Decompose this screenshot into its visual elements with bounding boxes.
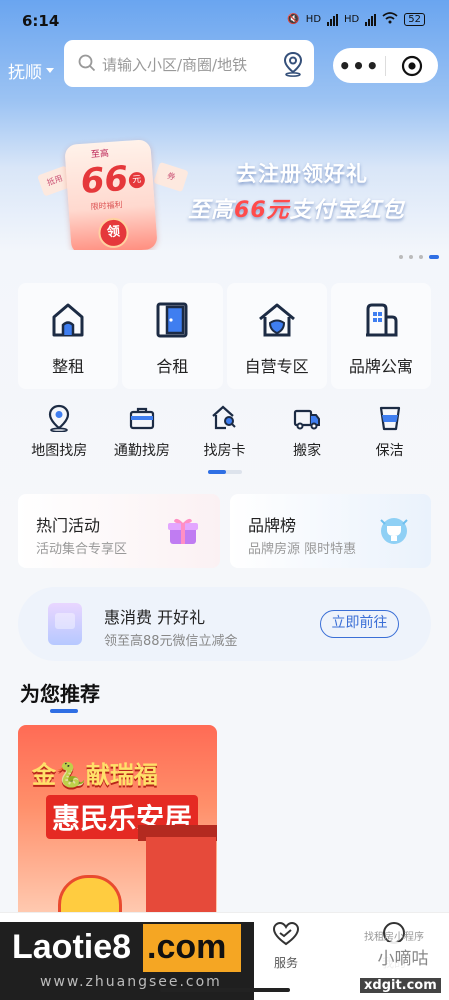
quick-link-label: 搬家 bbox=[293, 443, 322, 459]
watermark-brand: Laotie8 bbox=[12, 928, 132, 966]
watermark-right-caption: 找租房小程序 bbox=[364, 932, 424, 943]
status-icons: 🔇 HD HD 52 bbox=[287, 12, 425, 27]
category-self-operated[interactable]: 自营专区 bbox=[226, 283, 327, 389]
nav-label: 服务 bbox=[273, 956, 298, 970]
quick-link-cleaning[interactable]: 保洁 bbox=[348, 404, 431, 464]
banner-pagination bbox=[399, 255, 439, 259]
pagination-dot bbox=[419, 255, 423, 259]
promo-title: 热门活动 bbox=[36, 516, 101, 535]
category-brand-apartment[interactable]: 品牌公寓 bbox=[330, 283, 431, 389]
brand-ranking-card[interactable]: 品牌榜 品牌房源 限时特惠 bbox=[230, 494, 431, 568]
red-packet-image: 至高 66 元 限时福利 领 bbox=[64, 139, 158, 250]
search-icon bbox=[78, 54, 96, 76]
house-door-icon bbox=[50, 301, 86, 343]
category-label: 品牌公寓 bbox=[348, 357, 413, 376]
status-time: 6:14 bbox=[22, 12, 60, 30]
banner-line2-amount: 66元 bbox=[234, 198, 290, 223]
home-indicator bbox=[160, 988, 290, 992]
search-placeholder: 请输入小区/商圈/地铁 bbox=[102, 56, 248, 74]
banner-subheadline: 至高66元支付宝红包 bbox=[188, 192, 405, 224]
banner-headline: 去注册领好礼 bbox=[236, 162, 368, 186]
coupon-subtitle: 领至高88元微信立减金 bbox=[104, 634, 238, 649]
watermark-xiaodigu: 小嘀咕 bbox=[364, 942, 442, 976]
home-shield-icon bbox=[257, 301, 297, 343]
quick-link-map[interactable]: 地图找房 bbox=[18, 404, 101, 464]
truck-icon bbox=[266, 404, 349, 432]
category-label: 自营专区 bbox=[244, 357, 309, 376]
trophy-icon bbox=[377, 514, 411, 552]
promo-title: 品牌榜 bbox=[248, 516, 297, 535]
city-label: 抚顺 bbox=[8, 63, 42, 83]
category-whole-rent[interactable]: 整租 bbox=[18, 283, 119, 389]
more-menu-button[interactable]: ••• bbox=[333, 56, 385, 76]
door-icon bbox=[154, 301, 190, 343]
network-1-label: HD bbox=[305, 14, 322, 25]
hot-activities-card[interactable]: 热门活动 活动集合专享区 bbox=[18, 494, 220, 568]
quick-links-row: 地图找房 通勤找房 找房卡 搬家 保洁 bbox=[18, 404, 431, 464]
category-label: 合租 bbox=[156, 357, 189, 376]
quick-link-house-card[interactable]: 找房卡 bbox=[183, 404, 266, 464]
city-selector[interactable]: 抚顺 bbox=[8, 58, 54, 83]
banner-line2-prefix: 至高 bbox=[188, 198, 235, 223]
gift-machine-icon bbox=[48, 603, 82, 645]
promo-subtitle: 活动集合专享区 bbox=[36, 542, 128, 557]
wifi-icon bbox=[382, 12, 398, 27]
promo-banner[interactable]: 抵用 券 至高 66 元 限时福利 领 去注册领好礼 至高66元支付宝红包 bbox=[0, 100, 449, 250]
house-search-icon bbox=[183, 404, 266, 432]
signal-icon bbox=[327, 13, 339, 26]
coupon-title: 惠消费 开好礼 bbox=[104, 608, 206, 627]
recommend-title: 为您推荐 bbox=[20, 682, 100, 706]
coupon-bar[interactable]: 惠消费 开好礼 领至高88元微信立减金 立即前往 bbox=[18, 587, 431, 661]
map-pin-icon bbox=[18, 404, 101, 432]
watermark-right-url: xdgit.com bbox=[360, 978, 441, 993]
quick-link-commute[interactable]: 通勤找房 bbox=[101, 404, 184, 464]
gift-box-icon bbox=[166, 514, 200, 552]
packet-tag: 至高 bbox=[90, 149, 110, 161]
packet-subtitle: 限时福利 bbox=[90, 200, 123, 212]
packet-claim-button: 领 bbox=[97, 216, 130, 249]
promo-subtitle: 品牌房源 限时特惠 bbox=[248, 542, 357, 557]
quick-link-moving[interactable]: 搬家 bbox=[266, 404, 349, 464]
pagination-dot bbox=[399, 255, 403, 259]
signal-2-icon bbox=[365, 13, 377, 26]
nav-service[interactable]: 服务 bbox=[271, 921, 301, 971]
category-shared-rent[interactable]: 合租 bbox=[122, 283, 223, 389]
quick-link-label: 保洁 bbox=[375, 443, 404, 459]
packet-amount: 66 bbox=[79, 158, 130, 203]
quick-link-label: 地图找房 bbox=[31, 443, 88, 459]
quick-links-scroll-indicator bbox=[208, 470, 242, 474]
location-pin-icon[interactable] bbox=[282, 51, 304, 81]
watermark-tld: .com bbox=[143, 924, 241, 972]
mute-icon: 🔇 bbox=[287, 14, 300, 25]
poster-line1: 金🐍献瑞福 bbox=[32, 761, 158, 789]
recommend-poster[interactable]: 金🐍献瑞福 惠民乐安居 bbox=[18, 725, 217, 925]
recommend-underline bbox=[50, 709, 78, 713]
heart-hands-icon bbox=[271, 921, 301, 950]
cleaning-cup-icon bbox=[348, 404, 431, 432]
search-bar[interactable]: 请输入小区/商圈/地铁 bbox=[64, 40, 314, 87]
battery-icon: 52 bbox=[404, 13, 425, 26]
pagination-dot-active bbox=[429, 255, 439, 259]
miniprogram-capsule: ••• bbox=[333, 48, 438, 83]
chevron-down-icon bbox=[46, 68, 54, 73]
go-now-button[interactable]: 立即前往 bbox=[320, 610, 399, 638]
target-close-icon bbox=[401, 55, 423, 76]
briefcase-icon bbox=[101, 404, 184, 432]
close-miniprogram-button[interactable] bbox=[386, 55, 438, 77]
apartment-icon bbox=[362, 301, 400, 343]
banner-ticket-right: 券 bbox=[153, 161, 189, 193]
quick-link-label: 找房卡 bbox=[203, 443, 246, 459]
category-label: 整租 bbox=[52, 357, 85, 376]
network-2-label: HD bbox=[344, 14, 360, 25]
status-bar: 6:14 🔇 HD HD 52 bbox=[0, 0, 449, 40]
quick-link-label: 通勤找房 bbox=[113, 443, 170, 459]
pagination-dot bbox=[409, 255, 413, 259]
packet-unit: 元 bbox=[128, 171, 146, 189]
banner-line2-suffix: 支付宝红包 bbox=[289, 198, 405, 223]
category-grid: 整租 合租 自营专区 品牌公寓 bbox=[18, 283, 431, 389]
